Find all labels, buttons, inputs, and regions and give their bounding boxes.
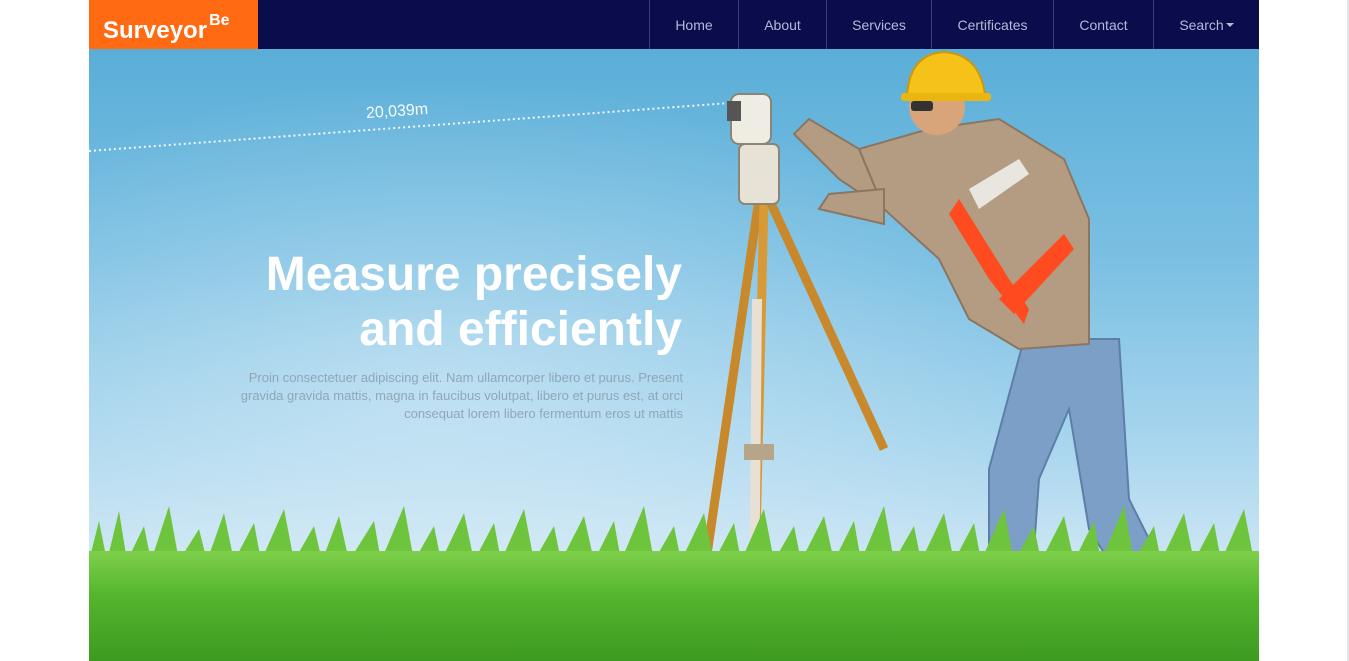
caret-down-icon [1225, 22, 1234, 27]
brand-name: Surveyor [103, 17, 208, 44]
nav-home-label: Home [675, 16, 713, 33]
nav-certificates[interactable]: Certificates [931, 0, 1053, 49]
nav-services-label: Services [852, 16, 906, 33]
nav-services[interactable]: Services [826, 0, 931, 49]
nav-home[interactable]: Home [649, 0, 738, 49]
hero-title-line-2: and efficiently [359, 303, 682, 356]
brand-superscript: Be [209, 12, 230, 29]
top-navbar: Surveyor Be Home About Services Certifica… [89, 0, 1259, 49]
main-nav: Home About Services Certificates Contact… [649, 0, 1259, 49]
hero-banner: 20,039m Measure precisely and efficientl… [89, 49, 1259, 661]
nav-about[interactable]: About [738, 0, 826, 49]
hero-title: Measure precisely and efficiently [266, 247, 682, 357]
nav-certificates-label: Certificates [957, 16, 1028, 33]
nav-search-dropdown[interactable]: Search [1153, 0, 1259, 49]
grass-field [89, 551, 1259, 661]
hero-description: Proin consectetuer adipiscing elit. Nam … [240, 370, 683, 421]
brand-logo[interactable]: Surveyor Be [89, 0, 258, 49]
nav-about-label: About [764, 16, 801, 33]
nav-contact[interactable]: Contact [1053, 0, 1153, 49]
nav-search-label: Search [1179, 16, 1224, 33]
nav-contact-label: Contact [1079, 16, 1128, 33]
page-margin-right [1259, 0, 1349, 661]
page-frame: Surveyor Be Home About Services Certifica… [89, 0, 1259, 661]
hero-title-line-1: Measure precisely [265, 248, 682, 301]
